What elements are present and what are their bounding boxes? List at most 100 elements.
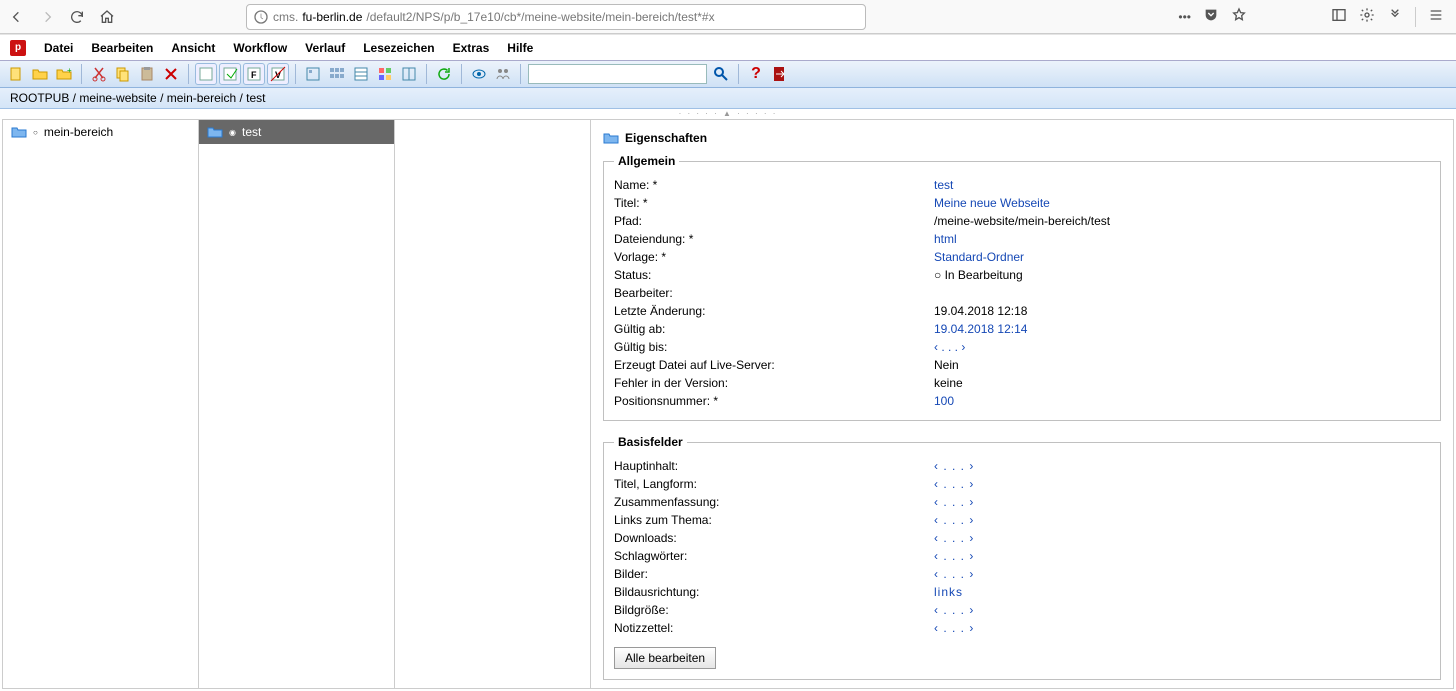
- view-1-icon[interactable]: [303, 64, 323, 84]
- user-icon[interactable]: [493, 64, 513, 84]
- url-prefix: cms.: [273, 10, 298, 24]
- property-label: Dateiendung: *: [614, 232, 934, 246]
- view-2-icon[interactable]: [327, 64, 347, 84]
- reload-button[interactable]: [66, 6, 88, 28]
- property-value[interactable]: ‹ . . . ›: [934, 531, 974, 545]
- forward-button[interactable]: [36, 6, 58, 28]
- bookmark-star-icon[interactable]: [1231, 7, 1247, 26]
- menu-datei[interactable]: Datei: [44, 41, 73, 55]
- property-label: Bildgröße:: [614, 603, 934, 617]
- new-folder-icon[interactable]: +: [54, 64, 74, 84]
- menu-workflow[interactable]: Workflow: [233, 41, 287, 55]
- property-value[interactable]: Standard-Ordner: [934, 250, 1024, 264]
- workflow-1-icon[interactable]: [196, 64, 216, 84]
- menu-hilfe[interactable]: Hilfe: [507, 41, 533, 55]
- breadcrumb-item[interactable]: ROOTPUB: [10, 91, 69, 105]
- property-row: Pfad:/meine-website/mein-bereich/test: [614, 212, 1430, 230]
- more-icon[interactable]: •••: [1178, 10, 1191, 24]
- help-icon[interactable]: ?: [746, 64, 766, 84]
- menu-lesezeichen[interactable]: Lesezeichen: [363, 41, 434, 55]
- property-value[interactable]: ‹ . . . ›: [934, 459, 974, 473]
- property-value[interactable]: ‹ . . . ›: [934, 495, 974, 509]
- preview-icon[interactable]: [469, 64, 489, 84]
- property-label: Name: *: [614, 178, 934, 192]
- cut-icon[interactable]: [89, 64, 109, 84]
- property-label: Pfad:: [614, 214, 934, 228]
- property-value[interactable]: ‹ . . . ›: [934, 603, 974, 617]
- property-value[interactable]: 100: [934, 394, 954, 408]
- tree-item-mein-bereich[interactable]: ○ mein-bereich: [3, 120, 198, 144]
- breadcrumb-item[interactable]: test: [246, 91, 265, 105]
- breadcrumb-item[interactable]: mein-bereich: [167, 91, 236, 105]
- property-row: Notizzettel:‹ . . . ›: [614, 619, 1430, 637]
- property-row: Bildgröße:‹ . . . ›: [614, 601, 1430, 619]
- search-icon[interactable]: [711, 64, 731, 84]
- hamburger-icon[interactable]: [1428, 7, 1444, 26]
- sidebar-icon[interactable]: [1331, 7, 1347, 26]
- breadcrumb-item[interactable]: meine-website: [79, 91, 156, 105]
- property-row: Titel: *Meine neue Webseite: [614, 194, 1430, 212]
- view-4-icon[interactable]: [375, 64, 395, 84]
- property-row: Fehler in der Version:keine: [614, 374, 1430, 392]
- workflow-4-icon[interactable]: V: [268, 64, 288, 84]
- property-value: keine: [934, 376, 963, 390]
- pocket-icon[interactable]: [1203, 7, 1219, 26]
- delete-icon[interactable]: [161, 64, 181, 84]
- property-value[interactable]: Meine neue Webseite: [934, 196, 1050, 210]
- url-path: /default2/NPS/p/b_17e10/cb*/meine-websit…: [366, 10, 714, 24]
- overflow-icon[interactable]: [1387, 7, 1403, 26]
- property-row: Dateiendung: *html: [614, 230, 1430, 248]
- back-button[interactable]: [6, 6, 28, 28]
- menu-ansicht[interactable]: Ansicht: [171, 41, 215, 55]
- property-row: Positionsnummer: *100: [614, 392, 1430, 410]
- property-label: Letzte Änderung:: [614, 304, 934, 318]
- property-value[interactable]: test: [934, 178, 953, 192]
- property-row: Bilder:‹ . . . ›: [614, 565, 1430, 583]
- new-doc-icon[interactable]: [6, 64, 26, 84]
- property-row: Bearbeiter:: [614, 284, 1430, 302]
- tree-item-label: mein-bereich: [44, 125, 113, 139]
- property-value[interactable]: 19.04.2018 12:14: [934, 322, 1027, 336]
- edit-all-button[interactable]: Alle bearbeiten: [614, 647, 716, 669]
- svg-text:F: F: [251, 70, 257, 80]
- property-value[interactable]: ‹ . . . ›: [934, 549, 974, 563]
- paste-icon[interactable]: [137, 64, 157, 84]
- toolbar-search-input[interactable]: [528, 64, 707, 84]
- property-value[interactable]: links: [934, 585, 963, 599]
- menu-extras[interactable]: Extras: [453, 41, 490, 55]
- property-row: Erzeugt Datei auf Live-Server:Nein: [614, 356, 1430, 374]
- property-value[interactable]: ‹ . . . ›: [934, 567, 974, 581]
- menu-bearbeiten[interactable]: Bearbeiten: [91, 41, 153, 55]
- split-handle[interactable]: · · · · · ▲ · · · · ·: [0, 109, 1456, 117]
- tree-column-1: ○ mein-bereich: [3, 120, 199, 688]
- open-folder-icon[interactable]: [30, 64, 50, 84]
- property-row: Downloads:‹ . . . ›: [614, 529, 1430, 547]
- property-label: Status:: [614, 268, 934, 282]
- property-label: Schlagwörter:: [614, 549, 934, 563]
- workflow-2-icon[interactable]: [220, 64, 240, 84]
- legend-allgemein: Allgemein: [614, 154, 679, 168]
- view-3-icon[interactable]: [351, 64, 371, 84]
- property-value[interactable]: ‹ . . . ›: [934, 513, 974, 527]
- gear-icon[interactable]: [1359, 7, 1375, 26]
- property-row: Zusammenfassung:‹ . . . ›: [614, 493, 1430, 511]
- view-5-icon[interactable]: [399, 64, 419, 84]
- copy-icon[interactable]: [113, 64, 133, 84]
- property-value[interactable]: ‹ . . . ›: [934, 477, 974, 491]
- property-value[interactable]: html: [934, 232, 957, 246]
- property-value[interactable]: ‹ . . . ›: [934, 340, 965, 354]
- details-panel: Eigenschaften Allgemein Name: *testTitel…: [591, 120, 1453, 688]
- url-bar[interactable]: cms.fu-berlin.de/default2/NPS/p/b_17e10/…: [246, 4, 866, 30]
- exit-icon[interactable]: [770, 64, 790, 84]
- property-row: Vorlage: *Standard-Ordner: [614, 248, 1430, 266]
- refresh-icon[interactable]: [434, 64, 454, 84]
- property-row: Gültig bis:‹ . . . ›: [614, 338, 1430, 356]
- home-button[interactable]: [96, 6, 118, 28]
- workflow-3-icon[interactable]: F: [244, 64, 264, 84]
- menu-verlauf[interactable]: Verlauf: [305, 41, 345, 55]
- tree-item-test[interactable]: ◉ test: [199, 120, 394, 144]
- main-area: ○ mein-bereich ◉ test Eigenschaften Allg…: [2, 119, 1454, 689]
- property-row: Titel, Langform:‹ . . . ›: [614, 475, 1430, 493]
- property-value: Nein: [934, 358, 959, 372]
- property-value[interactable]: ‹ . . . ›: [934, 621, 974, 635]
